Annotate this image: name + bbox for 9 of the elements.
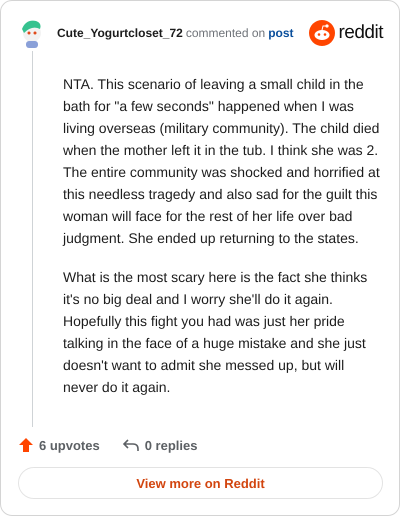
username[interactable]: Cute_Yogurtcloset_72 (57, 26, 183, 40)
post-link[interactable]: post (268, 26, 294, 40)
brand-wordmark: reddit (338, 22, 383, 44)
reply-count: 0 replies (144, 438, 198, 452)
upvote-count: 6 upvotes (39, 438, 100, 452)
comment-paragraph: NTA. This scenario of leaving a small child in the bath for "a few seconds" happened when I was living overseas (military community). The child died when the mother left it in the tub. I think she was 2. The entire community was shocked and horrified at this needless tragedy and also sad for the guilt this woman will face for the rest of her life over bad judgment. She ended up returning to the states. (63, 75, 381, 248)
view-more-button[interactable]: View more on Reddit (18, 467, 383, 499)
comment-paragraph: What is the most scary here is the fact she thinks it's no big deal and I worry she'll do it again. Hopefully this fight you had was just her pride talking in the face of a huge mistake and she just doesn't want to admit she messed up, but will never do it again. (63, 268, 368, 397)
action-text: commented on (186, 26, 266, 40)
